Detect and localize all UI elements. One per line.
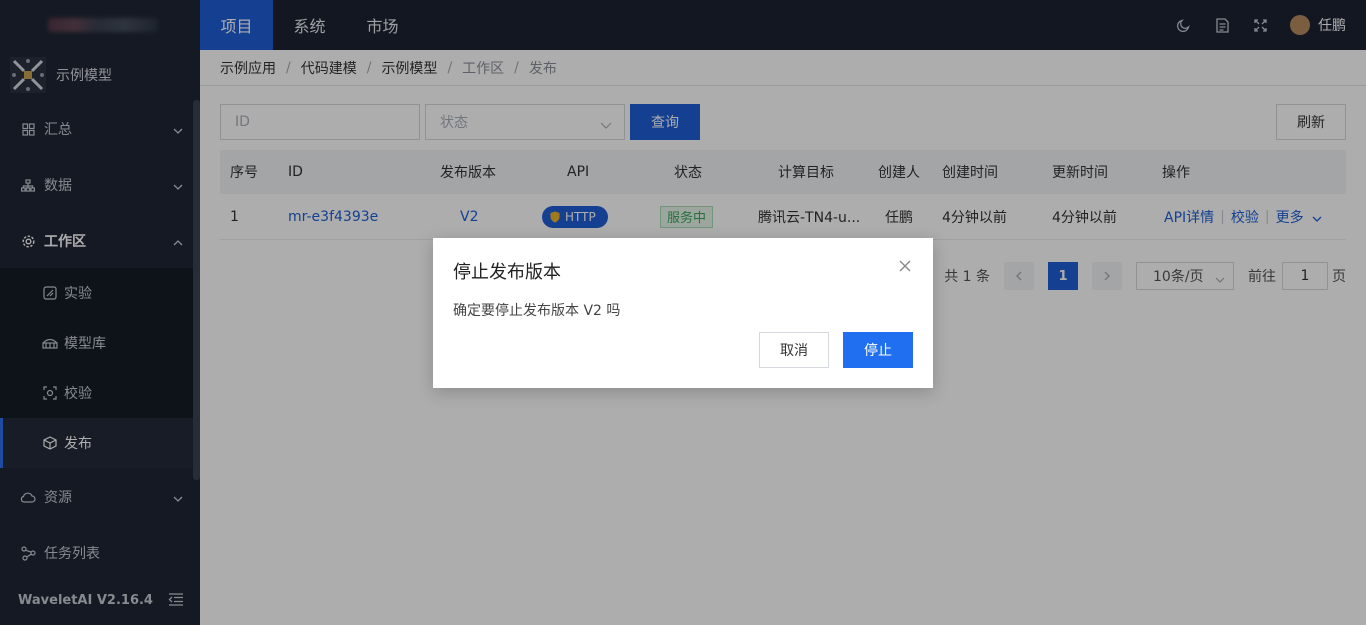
dialog-title: 停止发布版本 bbox=[453, 262, 561, 283]
dialog-message: 确定要停止发布版本 V2 吗 bbox=[453, 303, 621, 319]
cancel-button[interactable]: 取消 bbox=[759, 332, 829, 368]
stop-button[interactable]: 停止 bbox=[843, 332, 913, 368]
stop-version-dialog: 停止发布版本 确定要停止发布版本 V2 吗 取消 停止 bbox=[433, 238, 933, 388]
close-icon[interactable] bbox=[899, 260, 911, 272]
